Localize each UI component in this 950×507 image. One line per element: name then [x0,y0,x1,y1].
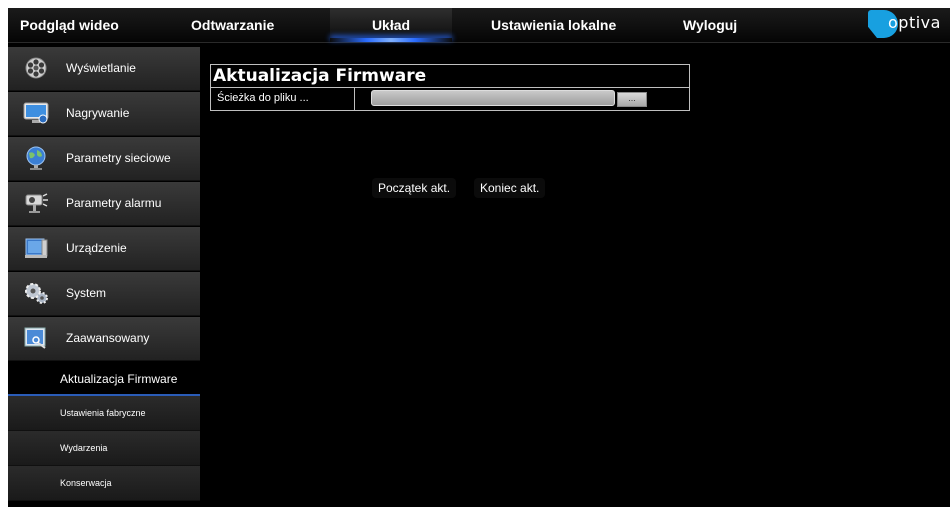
file-path-row: Ścieżka do pliku ... ... [211,88,689,110]
monitor-record-icon [23,101,49,125]
sidebar-item-recording[interactable]: Nagrywanie [8,92,200,136]
sidebar-subitem-events[interactable]: Wydarzenia [8,431,200,466]
page-title: Aktualizacja Firmware [211,65,689,88]
app-frame: Podgląd wideo Odtwarzanie Układ Ustawien… [8,8,950,507]
sidebar-subitem-firmware-update[interactable]: Aktualizacja Firmware [8,362,200,396]
logo-text: optiva [888,13,941,32]
firmware-update-panel: Aktualizacja Firmware Ścieżka do pliku .… [210,64,690,111]
sidebar-subitem-maintenance[interactable]: Konserwacja [8,466,200,501]
sidebar-item-label: Nagrywanie [66,106,130,120]
file-path-label: Ścieżka do pliku ... [211,88,355,110]
optiva-logo: optiva [868,10,940,38]
sidebar-item-label: Zaawansowany [66,331,150,345]
sidebar-item-label: Wyświetlanie [66,61,136,75]
nav-layout[interactable]: Układ [330,8,452,42]
main-content: Aktualizacja Firmware Ścieżka do pliku .… [202,42,950,507]
gears-icon [23,281,49,305]
nav-live-view[interactable]: Podgląd wideo [20,8,119,42]
sidebar-item-display[interactable]: Wyświetlanie [8,47,200,91]
alarm-camera-icon [23,191,49,215]
sidebar-item-label: Parametry sieciowe [66,151,171,165]
end-update-button[interactable]: Koniec akt. [474,178,546,198]
sidebar-item-advanced[interactable]: Zaawansowany [8,317,200,361]
start-update-button[interactable]: Początek akt. [372,178,457,198]
top-navigation: Podgląd wideo Odtwarzanie Układ Ustawien… [8,8,950,43]
browse-button[interactable]: ... [617,92,647,107]
sidebar-subitem-factory-settings[interactable]: Ustawienia fabryczne [8,396,200,431]
sidebar-item-network[interactable]: Parametry sieciowe [8,137,200,181]
advanced-settings-icon [23,326,49,350]
nav-playback[interactable]: Odtwarzanie [191,8,274,42]
sidebar-item-alarm[interactable]: Parametry alarmu [8,182,200,226]
device-icon [23,236,49,260]
nav-logout[interactable]: Wyloguj [683,8,737,42]
sidebar: Wyświetlanie Nagrywanie Parametry siecio… [8,47,200,507]
sidebar-item-label: System [66,286,107,300]
file-path-input[interactable] [371,90,615,106]
globe-network-icon [23,146,49,170]
film-reel-icon [23,56,49,80]
sidebar-item-system[interactable]: System [8,272,200,316]
sidebar-item-label: Parametry alarmu [66,196,162,210]
nav-local-settings[interactable]: Ustawienia lokalne [491,8,616,42]
sidebar-item-label: Urządzenie [66,241,127,255]
sidebar-item-device[interactable]: Urządzenie [8,227,200,271]
